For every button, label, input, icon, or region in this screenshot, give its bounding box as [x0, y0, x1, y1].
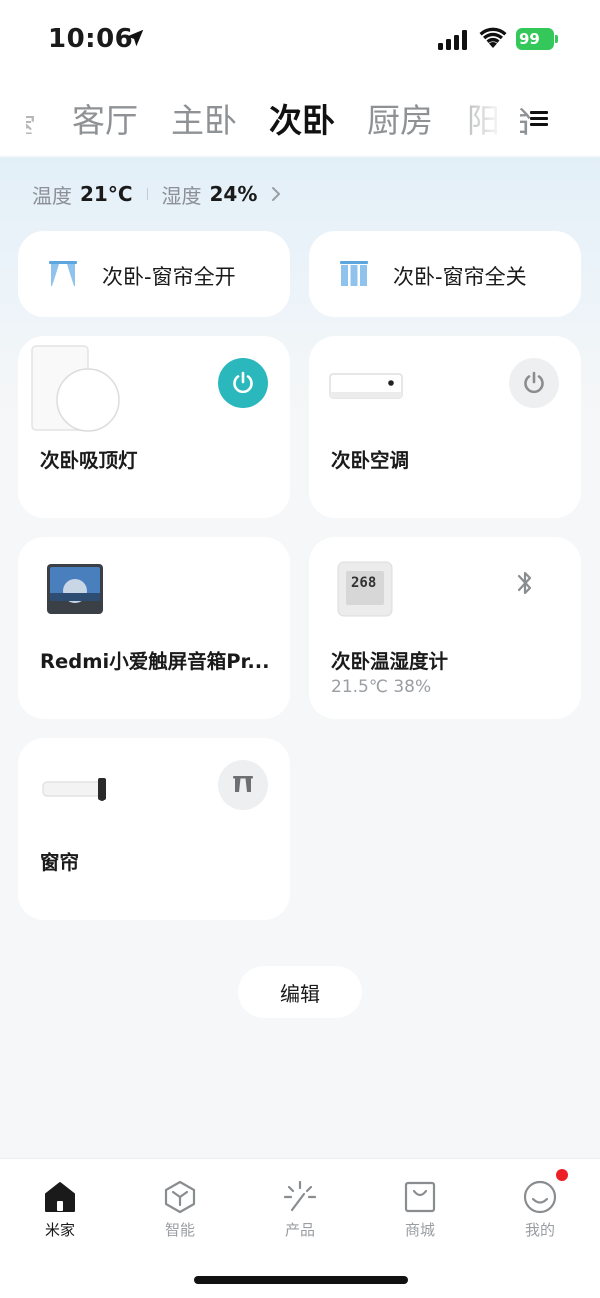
- divider: [146, 188, 148, 200]
- location-arrow-icon: [126, 29, 144, 47]
- device-card-thermo-hygrometer[interactable]: 268 次卧温湿度计 21.5℃ 38%: [309, 537, 581, 719]
- device-card-curtain[interactable]: 窗帘: [18, 738, 290, 920]
- temperature-value: 21°C: [80, 182, 133, 206]
- tab-partial-left[interactable]: 室: [26, 104, 40, 134]
- nav-label: 商城: [404, 1221, 435, 1239]
- power-button[interactable]: [218, 358, 268, 408]
- product-sparkle-icon: [283, 1180, 317, 1212]
- device-card-smart-speaker[interactable]: Redmi小爱触屏音箱Pr...: [18, 537, 290, 719]
- curtain-close-icon: [340, 261, 368, 286]
- tab-master-bedroom[interactable]: 主卧: [171, 94, 237, 142]
- humidity-label: 湿度: [161, 183, 202, 208]
- edit-button[interactable]: 编辑: [238, 966, 362, 1018]
- nav-label: 我的: [524, 1221, 555, 1239]
- scene-label: 次卧-窗帘全关: [393, 265, 527, 289]
- power-button[interactable]: [509, 358, 559, 408]
- scene-curtain-open[interactable]: 次卧-窗帘全开: [18, 231, 290, 317]
- scene-label: 次卧-窗帘全开: [102, 265, 236, 289]
- curtain-motor-icon: [42, 778, 106, 801]
- room-tabs: 室 客厅 主卧 次卧 厨房 阳台: [0, 90, 600, 146]
- nav-label: 产品: [284, 1221, 315, 1239]
- nav-home[interactable]: 米家: [20, 1177, 100, 1247]
- nav-products[interactable]: 产品: [260, 1177, 340, 1247]
- device-name: 窗帘: [40, 851, 80, 874]
- touch-speaker-icon: [47, 564, 103, 614]
- temperature-label: 温度: [32, 183, 72, 208]
- curtain-control-button[interactable]: [218, 760, 268, 810]
- nav-profile[interactable]: 我的: [500, 1169, 580, 1247]
- humidity-value: 24%: [209, 182, 258, 206]
- scene-curtain-close[interactable]: 次卧-窗帘全关: [309, 231, 581, 317]
- curtain-open-icon: [49, 261, 77, 286]
- home-indicator[interactable]: [194, 1276, 408, 1284]
- air-conditioner-icon: [329, 373, 403, 399]
- device-name: Redmi小爱触屏音箱Pr...: [40, 650, 270, 673]
- tab-kitchen[interactable]: 厨房: [367, 94, 433, 142]
- battery-indicator: 99: [516, 28, 558, 50]
- tab-fade: [440, 90, 520, 146]
- nav-smart[interactable]: 智能: [140, 1177, 220, 1247]
- notification-badge: [556, 1169, 568, 1181]
- tab-living-room[interactable]: 客厅: [72, 94, 138, 142]
- thermometer-display: 268: [351, 575, 377, 591]
- status-time: 10:06: [48, 24, 134, 54]
- nav-label: 智能: [164, 1221, 195, 1239]
- nav-store[interactable]: 商城: [380, 1177, 460, 1247]
- device-card-air-conditioner[interactable]: 次卧空调: [309, 336, 581, 518]
- battery-cap: [555, 35, 558, 43]
- device-name: 次卧吸顶灯: [40, 449, 138, 472]
- environment-summary[interactable]: 温度 21°C 湿度 24%: [32, 180, 283, 208]
- smile-profile-icon: [523, 1180, 557, 1214]
- status-bar: 10:06 99: [0, 0, 600, 80]
- device-name: 次卧温湿度计: [331, 650, 449, 673]
- battery-level: 99: [516, 28, 554, 50]
- device-name: 次卧空调: [331, 449, 410, 472]
- curtain-icon: [233, 776, 253, 792]
- chevron-right-icon: [272, 187, 281, 201]
- menu-icon[interactable]: [526, 106, 554, 130]
- wifi-icon: [479, 27, 507, 48]
- tab-second-bedroom[interactable]: 次卧: [269, 94, 335, 142]
- shopping-bag-icon: [404, 1181, 436, 1213]
- bluetooth-icon: [517, 571, 532, 595]
- cellular-signal-icon: [438, 30, 467, 50]
- power-icon: [524, 371, 544, 394]
- device-card-ceiling-light[interactable]: 次卧吸顶灯: [18, 336, 290, 518]
- home-icon: [45, 1182, 75, 1212]
- power-icon: [233, 371, 253, 394]
- nav-label: 米家: [44, 1221, 75, 1239]
- device-status: 21.5℃ 38%: [331, 677, 432, 697]
- ceiling-light-icon: [31, 345, 120, 432]
- smart-cube-icon: [164, 1180, 196, 1214]
